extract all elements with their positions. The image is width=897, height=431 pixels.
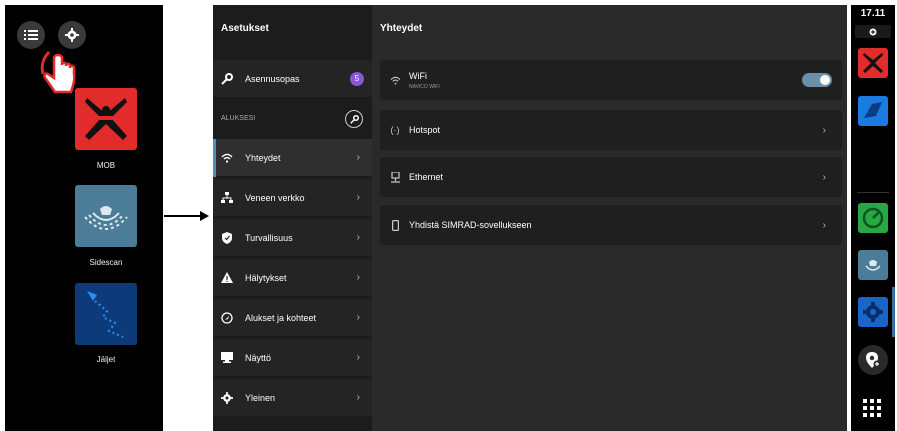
- mob-icon: [85, 98, 127, 140]
- grid-icon: [863, 399, 881, 417]
- ethernet-row[interactable]: Ethernet ›: [380, 157, 842, 197]
- rail-sidescan-button[interactable]: [858, 250, 888, 280]
- sidebar-item-label: Turvallisuus: [245, 232, 293, 243]
- installation-guide-badge: 5: [350, 71, 364, 86]
- arrow-right-icon: [164, 211, 209, 221]
- ethernet-icon: [389, 171, 401, 183]
- connections-panel: Yhteydet WiFi NAVICO WIFI (·) Hotspot › …: [372, 5, 847, 431]
- connections-title: Yhteydet: [380, 23, 423, 34]
- wifi-icon: [221, 152, 233, 164]
- status-icon: [869, 28, 877, 35]
- radar-icon: [862, 207, 884, 229]
- trails-app-tile[interactable]: [75, 283, 137, 345]
- wifi-text: WiFi NAVICO WIFI: [409, 71, 802, 90]
- section-label: ALUKSESI: [221, 115, 256, 122]
- vessel-wrench-button[interactable]: [345, 110, 363, 128]
- chevron-right-icon: ›: [822, 171, 826, 183]
- tap-hand-icon: [40, 50, 76, 94]
- gear-icon: [65, 28, 79, 42]
- wrench-icon: [221, 72, 233, 85]
- phone-icon: [389, 219, 401, 231]
- simrad-app-row[interactable]: Yhdistä SIMRAD-sovellukseen ›: [380, 205, 842, 245]
- rail-scroll-indicator: [892, 287, 895, 337]
- hotspot-row[interactable]: (·) Hotspot ›: [380, 110, 842, 150]
- installation-guide-label: Asennusopas: [245, 73, 300, 84]
- network-icon: [221, 191, 233, 204]
- mob-icon: [863, 53, 883, 73]
- trails-icon: [87, 291, 124, 338]
- list-view-button[interactable]: [17, 21, 45, 49]
- shield-icon: [221, 231, 233, 244]
- mob-app-label: MOB: [96, 161, 116, 170]
- chevron-right-icon: ›: [822, 124, 826, 136]
- gear-icon: [863, 302, 883, 322]
- wifi-label: WiFi: [409, 70, 427, 81]
- sidebar-item-label: Alukset ja kohteet: [245, 312, 317, 323]
- toggle-knob: [820, 75, 830, 85]
- mob-app-tile[interactable]: [75, 88, 137, 150]
- sidescan-icon: [84, 206, 128, 230]
- add-waypoint-button[interactable]: [858, 345, 888, 375]
- settings-title: Asetukset: [221, 23, 269, 34]
- rail-chart-button[interactable]: [858, 96, 888, 126]
- wifi-row[interactable]: WiFi NAVICO WIFI: [380, 60, 842, 100]
- sidescan-icon: [865, 260, 881, 271]
- sidebar-item-vessels-targets[interactable]: Alukset ja kohteet ›: [213, 299, 372, 337]
- chevron-right-icon: ›: [356, 152, 360, 163]
- connection-status-button[interactable]: [855, 25, 891, 38]
- simrad-app-label: Yhdistä SIMRAD-sovellukseen: [409, 220, 532, 230]
- sidebar-item-display[interactable]: Näyttö ›: [213, 339, 372, 377]
- apps-grid-button[interactable]: [863, 399, 881, 422]
- rail-mob-button[interactable]: [858, 48, 888, 78]
- gear-icon: [221, 391, 233, 404]
- sidescan-app-label: Sidescan: [89, 258, 123, 267]
- sidebar-item-vessel-network[interactable]: Veneen verkko ›: [213, 179, 372, 217]
- sidebar-item-label: Näyttö: [245, 352, 272, 363]
- app-launcher-panel: MOB Sidescan Jäljet: [5, 5, 163, 431]
- chevron-right-icon: ›: [822, 219, 826, 231]
- sidebar-item-label: Hälytykset: [245, 272, 287, 283]
- settings-button[interactable]: [58, 21, 86, 49]
- chevron-right-icon: ›: [356, 232, 360, 243]
- chevron-right-icon: ›: [356, 392, 360, 403]
- sidebar-item-label: Veneen verkko: [245, 192, 305, 203]
- chevron-right-icon: ›: [356, 312, 360, 323]
- hotspot-icon: (·): [390, 125, 400, 135]
- sidebar-item-connections[interactable]: Yhteydet ›: [213, 139, 372, 177]
- wifi-toggle[interactable]: [802, 73, 832, 87]
- rail-divider: [857, 192, 889, 193]
- clock: 17.11: [860, 8, 886, 19]
- target-icon: [221, 311, 233, 324]
- chevron-right-icon: ›: [356, 192, 360, 203]
- rail-settings-button[interactable]: [858, 297, 888, 327]
- settings-sidebar: Asetukset Asennusopas 5 ALUKSESI Yhteyde…: [213, 5, 372, 431]
- right-rail: 17.11: [851, 5, 895, 431]
- ethernet-label: Ethernet: [409, 172, 444, 182]
- warning-icon: [221, 272, 233, 284]
- chevron-right-icon: ›: [356, 352, 360, 363]
- sidebar-item-safety[interactable]: Turvallisuus ›: [213, 219, 372, 257]
- section-header-vessel: ALUKSESI: [213, 104, 372, 134]
- add-pin-icon: [866, 352, 881, 368]
- sidescan-app-tile[interactable]: [75, 185, 137, 247]
- chevron-right-icon: ›: [356, 272, 360, 283]
- rail-radar-button[interactable]: [858, 203, 888, 233]
- list-icon: [24, 30, 38, 40]
- settings-window: Asetukset Asennusopas 5 ALUKSESI Yhteyde…: [213, 5, 847, 431]
- sidebar-item-alarms[interactable]: Hälytykset ›: [213, 259, 372, 297]
- wifi-network-name: NAVICO WIFI: [409, 83, 440, 90]
- active-indicator: [213, 139, 216, 177]
- sidebar-item-general[interactable]: Yleinen ›: [213, 379, 372, 417]
- installation-guide-item[interactable]: Asennusopas 5: [213, 60, 372, 98]
- display-icon: [221, 352, 233, 364]
- sidebar-item-label: Yleinen: [245, 392, 276, 403]
- chart-icon: [864, 102, 882, 118]
- wrench-icon: [349, 114, 359, 124]
- wifi-icon: [389, 76, 401, 85]
- trails-app-label: Jäljet: [96, 355, 116, 364]
- hotspot-label: Hotspot: [409, 125, 441, 135]
- sidebar-item-label: Yhteydet: [245, 152, 281, 163]
